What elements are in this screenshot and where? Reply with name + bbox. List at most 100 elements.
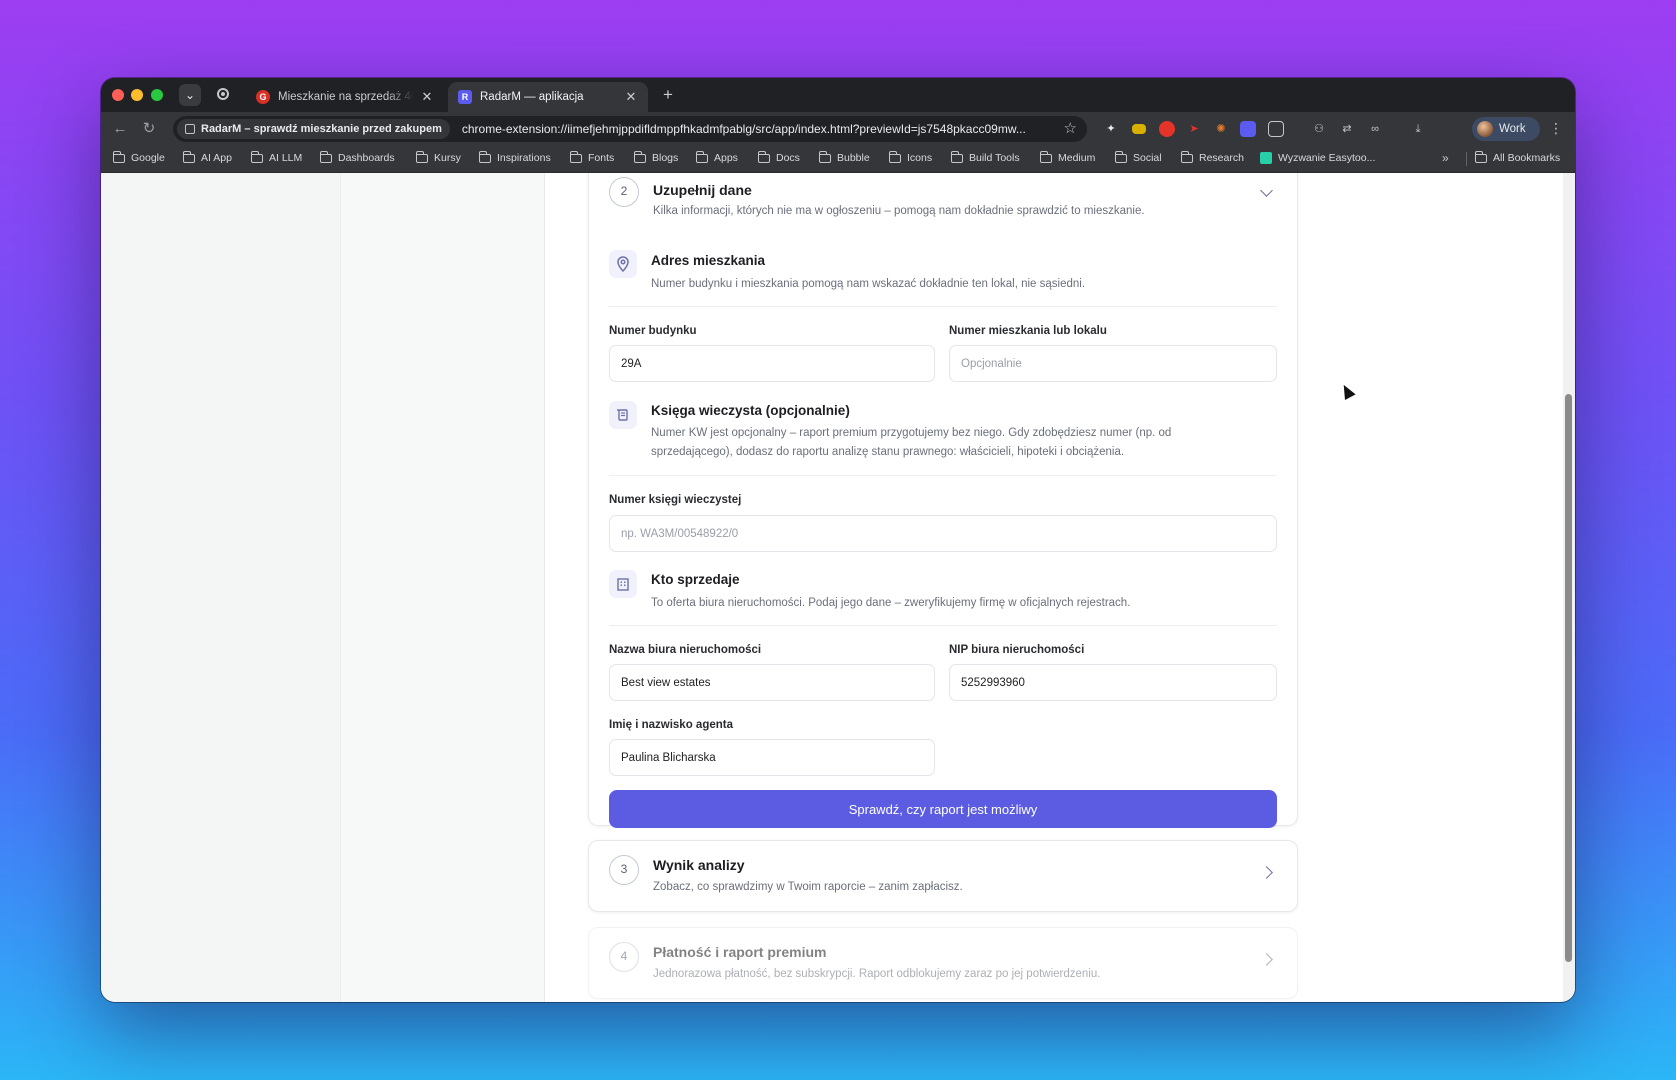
bookmark-docs[interactable]: Docs: [757, 150, 800, 164]
bookmark-label: Fonts: [588, 152, 615, 164]
favicon-icon: G: [256, 90, 270, 104]
bookmark-label: Research: [1199, 152, 1244, 164]
folder-icon: [319, 150, 332, 163]
browser-window: ⌄ G Mieszkanie na sprzedaż 46 m² ✕ R Rad…: [101, 78, 1575, 1002]
bookmark-label: Blogs: [652, 152, 679, 164]
link-icon[interactable]: ∞: [1367, 121, 1383, 137]
section-desc-kw: Numer KW jest opcjonalny – raport premiu…: [651, 427, 1172, 458]
step-3-card[interactable]: 3 Wynik analizy Zobacz, co sprawdzimy w …: [588, 840, 1298, 912]
agency-nip-input[interactable]: [949, 664, 1277, 701]
bookmark-research[interactable]: Research: [1180, 150, 1244, 164]
folder-icon: [182, 150, 195, 163]
browser-toolbar: ← ↻ RadarM – sprawdź mieszkanie przed za…: [101, 112, 1575, 146]
bookmark-label: All Bookmarks: [1493, 152, 1561, 164]
tab-title: RadarM — aplikacja: [480, 91, 584, 103]
folder-icon: [250, 150, 263, 163]
close-tab-icon[interactable]: ✕: [624, 89, 638, 105]
folder-icon: [888, 150, 901, 163]
extension-cursor-icon[interactable]: ➤: [1186, 121, 1202, 137]
step-subtitle: Jednorazowa płatność, bez subskrypcji. R…: [653, 968, 1101, 980]
extension-radarm-icon[interactable]: [1240, 121, 1256, 137]
incognito-icon[interactable]: ⚇: [1311, 121, 1327, 137]
check-report-button[interactable]: Sprawdź, czy raport jest możliwy: [609, 790, 1277, 828]
tab-radarm[interactable]: R RadarM — aplikacja ✕: [448, 82, 648, 112]
step-number: 4: [609, 942, 639, 972]
section-desc-address: Numer budynku i mieszkania pomogą nam ws…: [651, 278, 1086, 290]
bookmark-fonts[interactable]: Fonts: [569, 150, 615, 164]
folder-icon: [633, 150, 646, 163]
reload-icon[interactable]: ↻: [140, 120, 158, 138]
minimize-window-button[interactable]: [131, 89, 143, 101]
bookmark-star-icon[interactable]: ☆: [1064, 119, 1077, 137]
section-desc-seller: To oferta biura nieruchomości. Podaj jeg…: [651, 597, 1131, 609]
agency-name-input[interactable]: [609, 664, 935, 701]
extension-card-icon[interactable]: [1132, 124, 1146, 134]
avatar: [1477, 121, 1493, 137]
download-icon[interactable]: ⤓: [1410, 121, 1426, 137]
bookmark-label: Docs: [776, 152, 800, 164]
bookmark-build-tools[interactable]: Build Tools: [950, 150, 1020, 164]
new-tab-plus-icon[interactable]: +: [657, 84, 679, 106]
extension-bird-icon[interactable]: ✦: [1103, 121, 1119, 137]
close-tab-icon[interactable]: ✕: [420, 89, 434, 105]
step-4-card[interactable]: 4 Płatność i raport premium Jednorazowa …: [588, 927, 1298, 999]
bookmark-medium[interactable]: Medium: [1039, 150, 1096, 164]
divider: [609, 306, 1277, 307]
maximize-window-button[interactable]: [151, 89, 163, 101]
bookmark-ai-llm[interactable]: AI LLM: [250, 150, 302, 164]
step-subtitle: Zobacz, co sprawdzimy w Twoim raporcie –…: [653, 881, 963, 893]
tab-search-chevron-icon[interactable]: ⌄: [179, 84, 201, 106]
more-menu-icon[interactable]: ⋮: [1549, 119, 1563, 137]
bookmark-google[interactable]: Google: [112, 150, 165, 164]
site-chip-label: RadarM – sprawdź mieszkanie przed zakupe…: [201, 123, 442, 135]
folder-icon: [478, 150, 491, 163]
folder-icon: [695, 150, 708, 163]
bookmark-label: Wyzwanie Easytoo...: [1278, 152, 1376, 164]
bookmark-ai-app[interactable]: AI App: [182, 150, 232, 164]
extension-sun-icon[interactable]: ✺: [1213, 121, 1229, 137]
close-window-button[interactable]: [112, 89, 124, 101]
translate-icon[interactable]: ⇄: [1339, 121, 1355, 137]
bookmark-bubble[interactable]: Bubble: [818, 150, 870, 164]
folder-icon: [1474, 150, 1487, 163]
bookmark-social[interactable]: Social: [1114, 150, 1162, 164]
tab-listing[interactable]: G Mieszkanie na sprzedaż 46 m² ✕: [246, 82, 444, 112]
step-title: Wynik analizy: [653, 857, 745, 873]
extension-red-icon[interactable]: [1159, 121, 1175, 137]
scrollbar[interactable]: [1563, 173, 1575, 1002]
agent-name-input[interactable]: [609, 739, 935, 776]
site-chip[interactable]: RadarM – sprawdź mieszkanie przed zakupe…: [177, 119, 450, 139]
step-title: Płatność i raport premium: [653, 944, 827, 960]
kw-number-input[interactable]: [609, 515, 1277, 552]
bookmark-kursy[interactable]: Kursy: [415, 150, 461, 164]
bookmark-label: Medium: [1058, 152, 1096, 164]
location-pin-icon: [609, 250, 637, 278]
all-bookmarks[interactable]: All Bookmarks: [1474, 150, 1561, 164]
folder-icon: [569, 150, 582, 163]
chevron-right-icon[interactable]: [1260, 953, 1273, 966]
record-icon[interactable]: [217, 88, 229, 100]
bookmark-blogs[interactable]: Blogs: [633, 150, 679, 164]
flat-number-input[interactable]: [949, 345, 1277, 382]
chevron-down-icon[interactable]: [1260, 184, 1273, 197]
address-bar[interactable]: RadarM – sprawdź mieszkanie przed zakupe…: [173, 116, 1087, 142]
back-arrow-icon[interactable]: ←: [111, 120, 129, 138]
url-text[interactable]: chrome-extension://iimefjehmjppdifldmppf…: [462, 122, 1074, 136]
more-bookmarks-icon[interactable]: »: [1442, 151, 1449, 165]
step-number: 3: [609, 855, 639, 885]
extensions-puzzle-icon[interactable]: [1268, 121, 1284, 137]
bookmark-label: Icons: [907, 152, 933, 164]
chevron-right-icon[interactable]: [1260, 866, 1273, 879]
bookmark-label: AI App: [201, 152, 232, 164]
bookmark-wyzwanie[interactable]: Wyzwanie Easytoo...: [1260, 152, 1375, 164]
profile-button[interactable]: Work: [1472, 117, 1540, 141]
folder-icon: [112, 150, 125, 163]
bookmark-inspirations[interactable]: Inspirations: [478, 150, 551, 164]
bookmark-dashboards[interactable]: Dashboards: [319, 150, 395, 164]
building-number-input[interactable]: [609, 345, 935, 382]
bookmark-apps[interactable]: Apps: [695, 150, 738, 164]
tab-title: Mieszkanie na sprzedaż 46 m²: [278, 91, 414, 103]
bookmark-icons[interactable]: Icons: [888, 150, 933, 164]
scrollbar-thumb[interactable]: [1565, 394, 1572, 962]
building-icon: [609, 570, 637, 598]
